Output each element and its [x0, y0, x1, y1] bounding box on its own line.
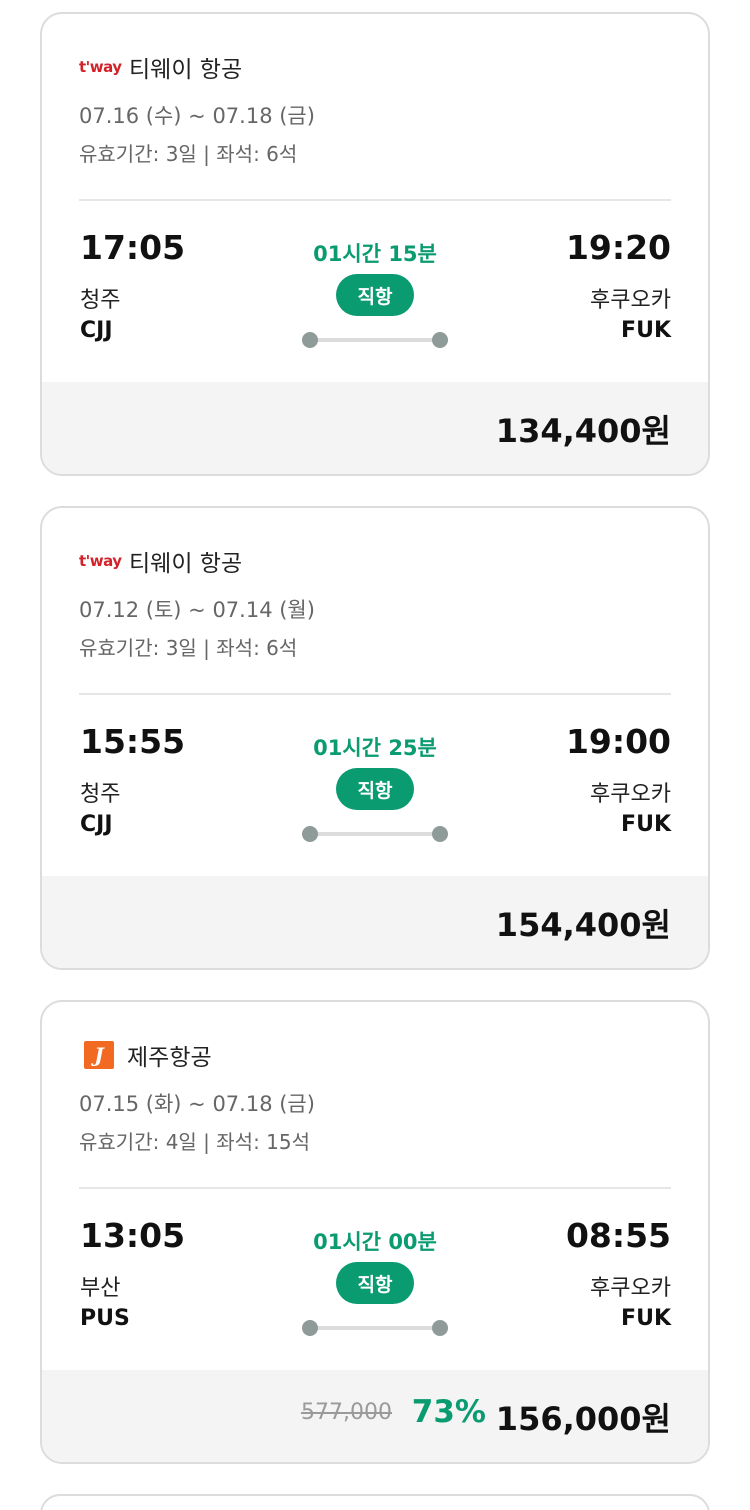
travel-dates: 07.16 (수) ~ 07.18 (금)	[79, 104, 315, 128]
divider	[79, 693, 671, 695]
flight-card[interactable]: J 제주항공 07.15 (화) ~ 07.18 (금) 유효기간: 4일 | …	[40, 1000, 710, 1464]
departure-code: CJJ	[80, 812, 113, 837]
route-start-dot	[302, 1320, 318, 1336]
flight-card-partial[interactable]	[40, 1494, 710, 1510]
departure-time: 15:55	[80, 722, 186, 761]
route-line	[310, 1326, 442, 1330]
departure-time: 17:05	[80, 228, 186, 267]
arrival-time: 19:00	[565, 722, 671, 761]
validity-seats: 유효기간: 4일 | 좌석: 15석	[79, 1130, 311, 1154]
route-line	[310, 832, 442, 836]
arrival-city: 후쿠오카	[590, 782, 671, 807]
arrival-city: 후쿠오카	[590, 288, 671, 313]
tway-logo-icon: t'way	[79, 58, 122, 76]
direct-flight-badge: 직항	[336, 768, 414, 810]
flight-card-body: t'way 티웨이 항공 07.16 (수) ~ 07.18 (금) 유효기간:…	[42, 14, 708, 382]
price: 156,000원	[495, 1400, 671, 1438]
departure-code: CJJ	[80, 318, 113, 343]
divider	[79, 1187, 671, 1189]
original-price: 577,000	[301, 1400, 392, 1425]
arrival-code: FUK	[621, 1306, 671, 1331]
flight-duration: 01시간 00분	[313, 1230, 437, 1254]
price-bar: 154,400원	[42, 876, 708, 968]
validity-seats: 유효기간: 3일 | 좌석: 6석	[79, 142, 298, 166]
direct-flight-badge: 직항	[336, 274, 414, 316]
departure-time: 13:05	[80, 1216, 186, 1255]
arrival-city: 후쿠오카	[590, 1276, 671, 1301]
price-bar: 134,400원	[42, 382, 708, 474]
flight-duration: 01시간 15분	[313, 242, 437, 266]
route-end-dot	[432, 1320, 448, 1336]
jeju-air-logo-icon: J	[84, 1041, 114, 1069]
route-end-dot	[432, 332, 448, 348]
departure-city: 청주	[80, 782, 121, 807]
flight-duration: 01시간 25분	[313, 736, 437, 760]
direct-flight-badge: 직항	[336, 1262, 414, 1304]
route-start-dot	[302, 826, 318, 842]
route-start-dot	[302, 332, 318, 348]
divider	[79, 199, 671, 201]
arrival-code: FUK	[621, 318, 671, 343]
airline-row: t'way 티웨이 항공	[79, 544, 242, 578]
departure-city: 청주	[80, 288, 121, 313]
travel-dates: 07.12 (토) ~ 07.14 (월)	[79, 598, 315, 622]
arrival-code: FUK	[621, 812, 671, 837]
travel-dates: 07.15 (화) ~ 07.18 (금)	[79, 1092, 315, 1116]
price-bar: 577,000 73% 156,000원	[42, 1370, 708, 1462]
flight-card-body: t'way 티웨이 항공 07.12 (토) ~ 07.14 (월) 유효기간:…	[42, 508, 708, 876]
airline-name: 제주항공	[127, 1045, 212, 1071]
route-line	[310, 338, 442, 342]
price: 134,400원	[495, 412, 671, 450]
airline-name: 티웨이 항공	[129, 551, 243, 577]
airline-row: J 제주항공	[79, 1038, 212, 1072]
flight-card-body: J 제주항공 07.15 (화) ~ 07.18 (금) 유효기간: 4일 | …	[42, 1002, 708, 1370]
departure-city: 부산	[80, 1276, 121, 1301]
validity-seats: 유효기간: 3일 | 좌석: 6석	[79, 636, 298, 660]
airline-name: 티웨이 항공	[129, 57, 243, 83]
price: 154,400원	[495, 906, 671, 944]
tway-logo-icon: t'way	[79, 552, 122, 570]
flight-card[interactable]: t'way 티웨이 항공 07.12 (토) ~ 07.14 (월) 유효기간:…	[40, 506, 710, 970]
flight-card[interactable]: t'way 티웨이 항공 07.16 (수) ~ 07.18 (금) 유효기간:…	[40, 12, 710, 476]
airline-row: t'way 티웨이 항공	[79, 50, 242, 84]
discount-rate: 73%	[411, 1394, 486, 1430]
arrival-time: 19:20	[565, 228, 671, 267]
departure-code: PUS	[80, 1306, 130, 1331]
route-end-dot	[432, 826, 448, 842]
arrival-time: 08:55	[565, 1216, 671, 1255]
jeju-logo-letter: J	[94, 1043, 104, 1067]
